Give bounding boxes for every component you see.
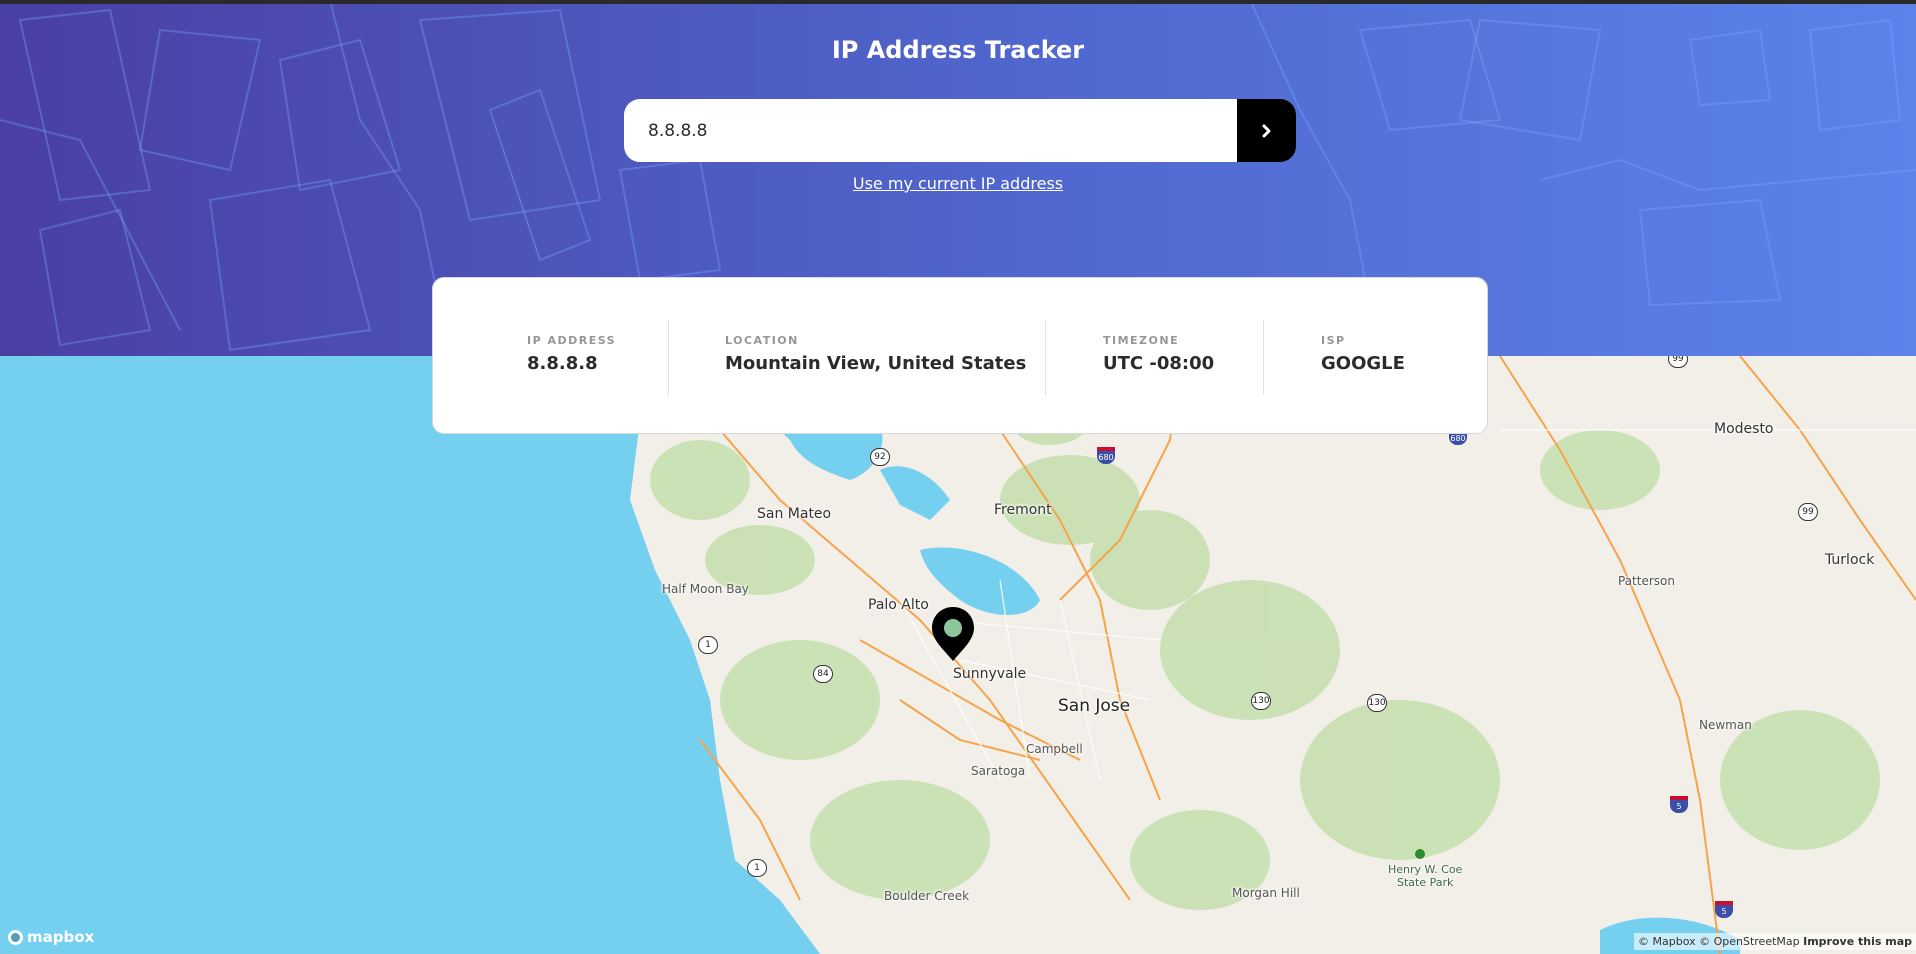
- map-label-newman: Newman: [1699, 718, 1752, 732]
- divider: [668, 320, 669, 395]
- map-label-palo-alto: Palo Alto: [868, 597, 929, 613]
- info-label: ISP: [1321, 334, 1346, 347]
- use-current-ip-link[interactable]: Use my current IP address: [0, 174, 1916, 193]
- ip-search-input[interactable]: [624, 99, 1237, 162]
- info-label: Location: [725, 334, 799, 347]
- mapbox-logo[interactable]: mapbox: [8, 928, 94, 946]
- map-label-modesto: Modesto: [1714, 421, 1774, 437]
- info-label: IP Address: [527, 334, 617, 347]
- page-title: IP Address Tracker: [831, 36, 1085, 64]
- map-label-san-jose: San Jose: [1058, 696, 1131, 716]
- attribution-osm-link[interactable]: © OpenStreetMap: [1699, 935, 1800, 948]
- top-border: [0, 0, 1916, 4]
- route-shield: 1: [698, 636, 718, 654]
- interstate-shield: 5: [1715, 901, 1733, 918]
- map-label-patterson: Patterson: [1618, 574, 1675, 588]
- map-label-turlock: Turlock: [1825, 552, 1875, 568]
- mapbox-logo-icon: [8, 929, 23, 945]
- interstate-shield: 5: [1670, 796, 1688, 813]
- info-value: 8.8.8.8: [527, 353, 598, 374]
- map-label-campbell: Campbell: [1026, 742, 1083, 756]
- route-shield: 1: [747, 859, 767, 877]
- location-pin-icon[interactable]: [930, 606, 976, 662]
- route-shield: 92: [870, 448, 890, 466]
- map-label-sunnyvale: Sunnyvale: [953, 666, 1027, 682]
- info-value: GOOGLE: [1321, 353, 1405, 374]
- chevron-right-icon: [1262, 124, 1270, 137]
- route-shield: 130: [1367, 694, 1387, 712]
- info-timezone: Timezone UTC -08:00: [1103, 334, 1214, 374]
- ip-info-card: IP Address 8.8.8.8 Location Mountain Vie…: [432, 277, 1488, 434]
- map-label-half-moon-bay: Half Moon Bay: [662, 582, 749, 596]
- route-shield: 130: [1251, 692, 1271, 710]
- info-location: Location Mountain View, United States: [725, 334, 1026, 374]
- map-label-fremont: Fremont: [994, 502, 1052, 518]
- interstate-shield: 680: [1097, 447, 1115, 464]
- search-bar: [624, 99, 1296, 162]
- route-shield: 99: [1798, 503, 1818, 521]
- map-label-morgan-hill: Morgan Hill: [1232, 886, 1300, 900]
- attribution-mapbox-link[interactable]: © Mapbox: [1638, 935, 1696, 948]
- route-shield: 84: [813, 665, 833, 683]
- map-label-park: Henry W. Coe State Park: [1388, 863, 1462, 889]
- info-value: UTC -08:00: [1103, 353, 1215, 374]
- map-label-saratoga: Saratoga: [971, 764, 1026, 778]
- divider: [1045, 320, 1046, 395]
- park-line-1: Henry W. Coe: [1388, 863, 1463, 876]
- map-label-san-mateo: San Mateo: [757, 506, 832, 522]
- info-value: Mountain View, United States: [725, 353, 1027, 374]
- park-line-2: State Park: [1396, 876, 1454, 889]
- info-isp: ISP GOOGLE: [1321, 334, 1405, 374]
- tree-icon: [1415, 849, 1425, 859]
- map-attribution: © Mapbox © OpenStreetMap Improve this ma…: [1634, 933, 1916, 950]
- search-submit-button[interactable]: [1237, 99, 1296, 162]
- divider: [1263, 320, 1264, 395]
- info-ip-address: IP Address 8.8.8.8: [527, 334, 616, 374]
- improve-map-link[interactable]: Improve this map: [1803, 935, 1912, 948]
- info-label: Timezone: [1103, 334, 1180, 347]
- map-label-boulder-creek: Boulder Creek: [884, 889, 970, 903]
- mapbox-logo-text: mapbox: [27, 928, 95, 946]
